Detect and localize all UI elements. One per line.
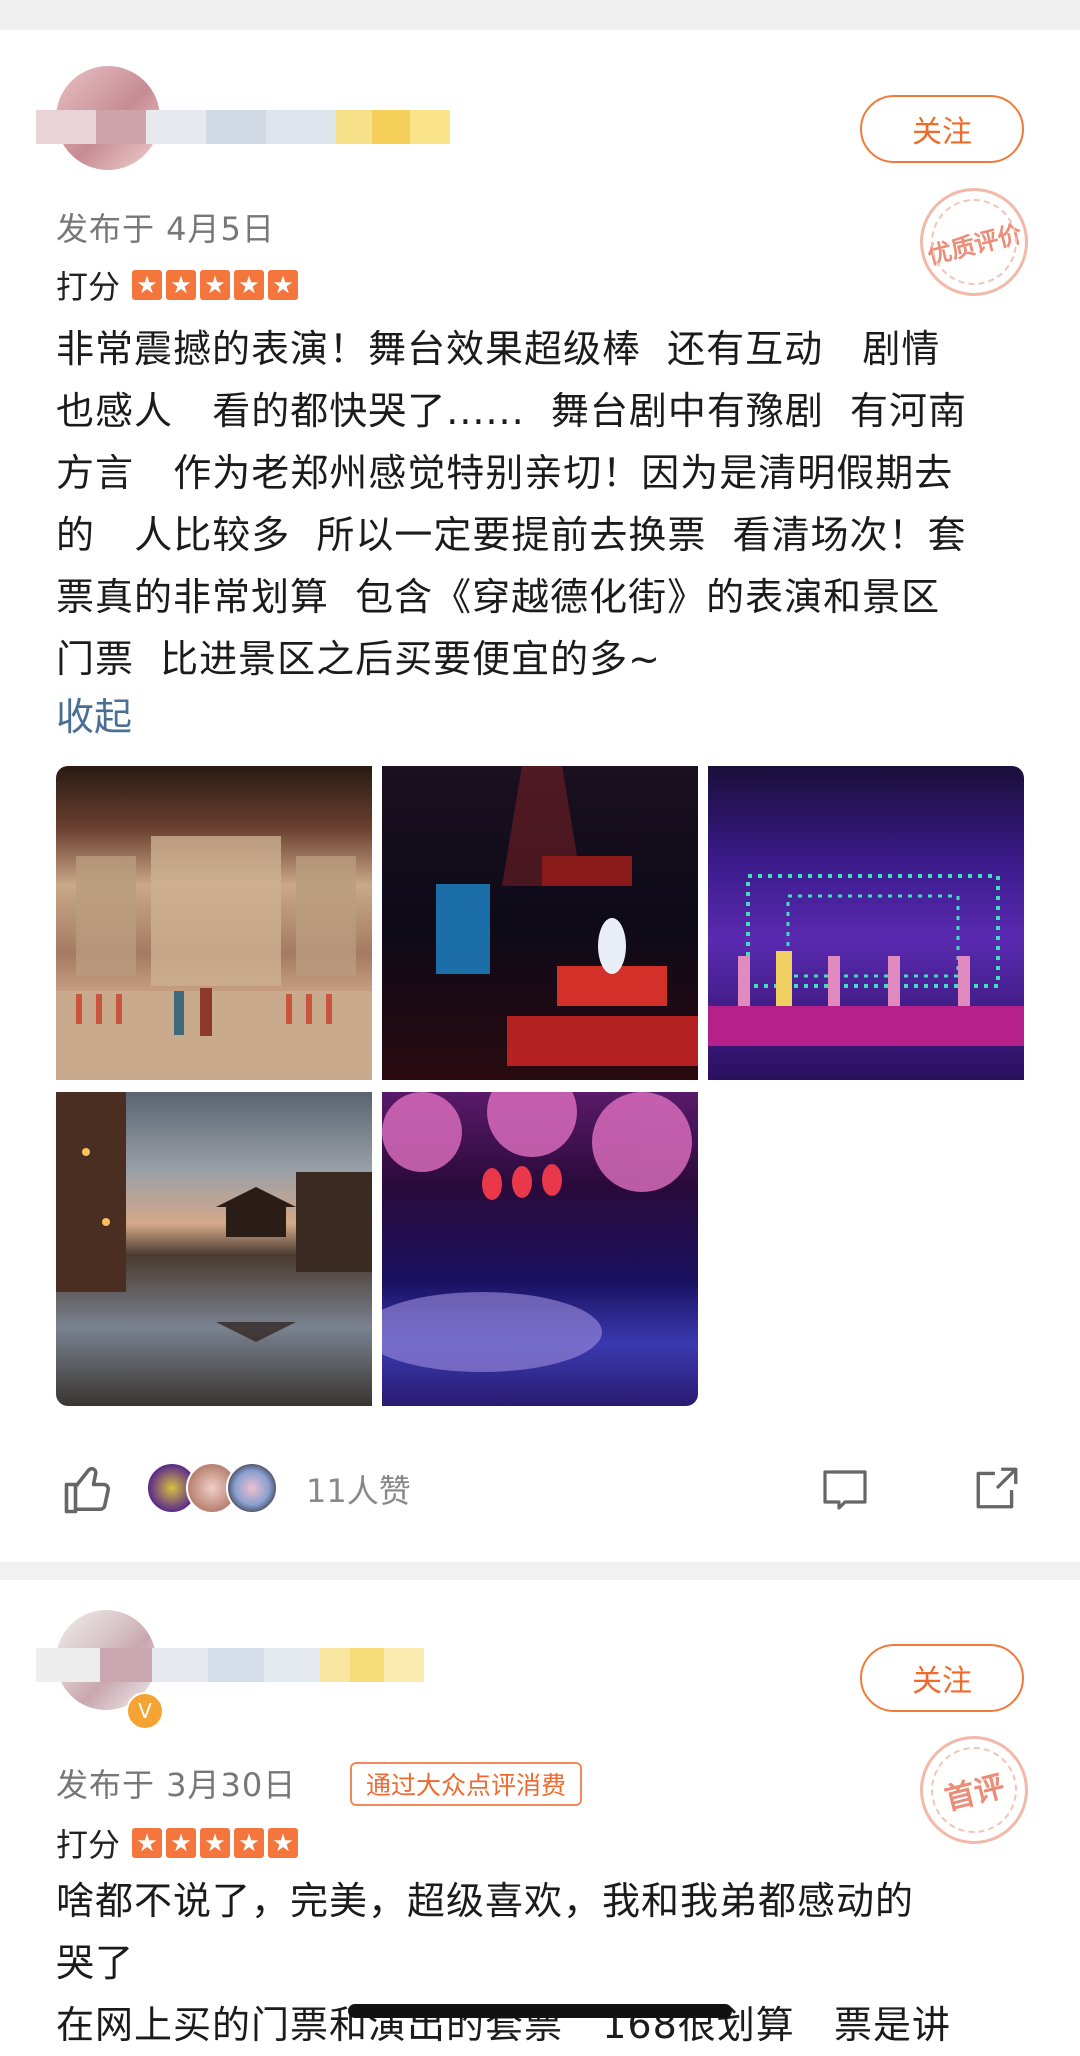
- review-photo[interactable]: [382, 1092, 698, 1406]
- pavilion-reflection-icon: [56, 1092, 372, 1342]
- star-rating: ★ ★ ★ ★ ★: [132, 1828, 302, 1858]
- star-icon: ★: [234, 1828, 265, 1858]
- likes-count: 11人赞: [306, 1472, 411, 1510]
- star-icon: ★: [268, 270, 299, 300]
- publish-date: 发布于 3月30日: [56, 1766, 297, 1804]
- star-icon: ★: [132, 270, 163, 300]
- verified-badge-icon: V: [126, 1692, 164, 1730]
- star-icon: ★: [200, 1828, 231, 1858]
- review-text: 啥都不说了，完美，超级喜欢，我和我弟都感动的 哭了 在网上买的门票和演出的套票 …: [56, 1879, 952, 2047]
- collapse-link[interactable]: 收起: [56, 686, 132, 741]
- like-icon[interactable]: [62, 1462, 116, 1516]
- star-icon: ★: [234, 270, 265, 300]
- review-card: 关注 优质评价 发布于 4月5日 打分 ★ ★ ★ ★ ★ 非常震撼的表演！舞台…: [0, 0, 1080, 1562]
- star-icon: ★: [132, 1828, 163, 1858]
- review-photo[interactable]: [56, 766, 372, 1080]
- score-row: 打分 ★ ★ ★ ★ ★: [56, 262, 302, 308]
- review-photo[interactable]: [56, 1092, 372, 1406]
- star-rating: ★ ★ ★ ★ ★: [132, 270, 302, 300]
- star-icon: ★: [268, 1828, 299, 1858]
- stage-dance-icon: [708, 874, 1024, 1046]
- follow-button[interactable]: 关注: [860, 1644, 1024, 1712]
- home-indicator: [348, 2004, 732, 2018]
- star-icon: ★: [166, 270, 197, 300]
- review-separator: [0, 1562, 1080, 1580]
- review-photo[interactable]: [708, 766, 1024, 1080]
- star-icon: ★: [166, 1828, 197, 1858]
- review-photo[interactable]: [382, 766, 698, 1080]
- stage-street-icon: [56, 836, 372, 1080]
- follow-button[interactable]: 关注: [860, 95, 1024, 163]
- first-review-stamp: 首评: [908, 1724, 1040, 1856]
- stage-opera-icon: [436, 766, 698, 1066]
- score-row: 打分 ★ ★ ★ ★ ★: [56, 1820, 302, 1866]
- star-icon: ★: [200, 270, 231, 300]
- score-label: 打分: [56, 268, 121, 306]
- username-blurred[interactable]: [36, 110, 450, 144]
- action-bar: 11人赞: [0, 1448, 1080, 1528]
- username-blurred[interactable]: [36, 1648, 424, 1682]
- share-icon[interactable]: [972, 1462, 1022, 1514]
- consumption-verified-badge: 通过大众点评消费: [350, 1762, 583, 1806]
- review-text: 非常震撼的表演！舞台效果超级棒 还有互动 剧情 也感人 看的都快哭了......…: [56, 327, 968, 681]
- cherry-lantern-icon: [382, 1092, 692, 1372]
- publish-date: 发布于 4月5日: [56, 210, 275, 248]
- quality-review-stamp: 优质评价: [908, 176, 1040, 308]
- score-label: 打分: [56, 1826, 121, 1864]
- review-card: V 关注 首评 发布于 3月30日 通过大众点评消费 打分 ★ ★ ★ ★ ★ …: [0, 1580, 1080, 2047]
- liker-avatar[interactable]: [226, 1462, 278, 1514]
- comment-icon[interactable]: [820, 1466, 870, 1514]
